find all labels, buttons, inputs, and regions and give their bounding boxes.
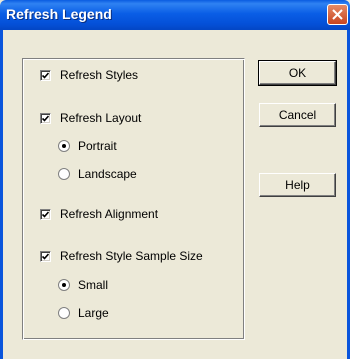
title-bar[interactable]: Refresh Legend bbox=[0, 0, 350, 30]
checkbox-box bbox=[40, 208, 51, 220]
radio-circle bbox=[58, 307, 70, 319]
ok-button[interactable]: OK bbox=[258, 60, 337, 86]
checkbox-box bbox=[40, 250, 51, 262]
landscape-label: Landscape bbox=[78, 167, 137, 181]
ok-button-label: OK bbox=[288, 66, 307, 80]
landscape-radio[interactable]: Landscape bbox=[58, 166, 137, 182]
options-group bbox=[22, 58, 245, 340]
refresh-alignment-checkbox[interactable]: Refresh Alignment bbox=[40, 206, 158, 222]
help-button-label: Help bbox=[285, 178, 310, 192]
checkmark-icon bbox=[42, 210, 49, 218]
portrait-radio[interactable]: Portrait bbox=[58, 138, 117, 154]
checkmark-icon bbox=[42, 252, 49, 260]
checkbox-box bbox=[40, 69, 51, 81]
large-label: Large bbox=[78, 306, 109, 320]
refresh-layout-checkbox[interactable]: Refresh Layout bbox=[40, 110, 141, 126]
close-icon bbox=[332, 9, 343, 20]
close-button[interactable] bbox=[327, 4, 348, 25]
refresh-layout-label: Refresh Layout bbox=[60, 111, 142, 125]
radio-circle bbox=[58, 279, 70, 291]
radio-selected-dot bbox=[62, 144, 66, 148]
refresh-alignment-label: Refresh Alignment bbox=[60, 207, 159, 221]
checkbox-box bbox=[40, 112, 51, 124]
refresh-sample-size-checkbox[interactable]: Refresh Style Sample Size bbox=[40, 248, 203, 264]
small-radio[interactable]: Small bbox=[58, 277, 108, 293]
cancel-button-label: Cancel bbox=[278, 108, 317, 122]
window-title: Refresh Legend bbox=[6, 6, 112, 22]
large-radio[interactable]: Large bbox=[58, 305, 109, 321]
small-label: Small bbox=[78, 278, 109, 292]
cancel-button[interactable]: Cancel bbox=[259, 103, 336, 127]
refresh-styles-checkbox[interactable]: Refresh Styles bbox=[40, 67, 138, 83]
checkmark-icon bbox=[42, 71, 49, 79]
refresh-sample-size-label: Refresh Style Sample Size bbox=[60, 249, 203, 263]
checkmark-icon bbox=[42, 114, 49, 122]
refresh-styles-label: Refresh Styles bbox=[60, 68, 139, 82]
help-button[interactable]: Help bbox=[259, 173, 336, 197]
portrait-label: Portrait bbox=[78, 139, 117, 153]
radio-circle bbox=[58, 140, 70, 152]
radio-selected-dot bbox=[62, 283, 66, 287]
radio-circle bbox=[58, 168, 70, 180]
